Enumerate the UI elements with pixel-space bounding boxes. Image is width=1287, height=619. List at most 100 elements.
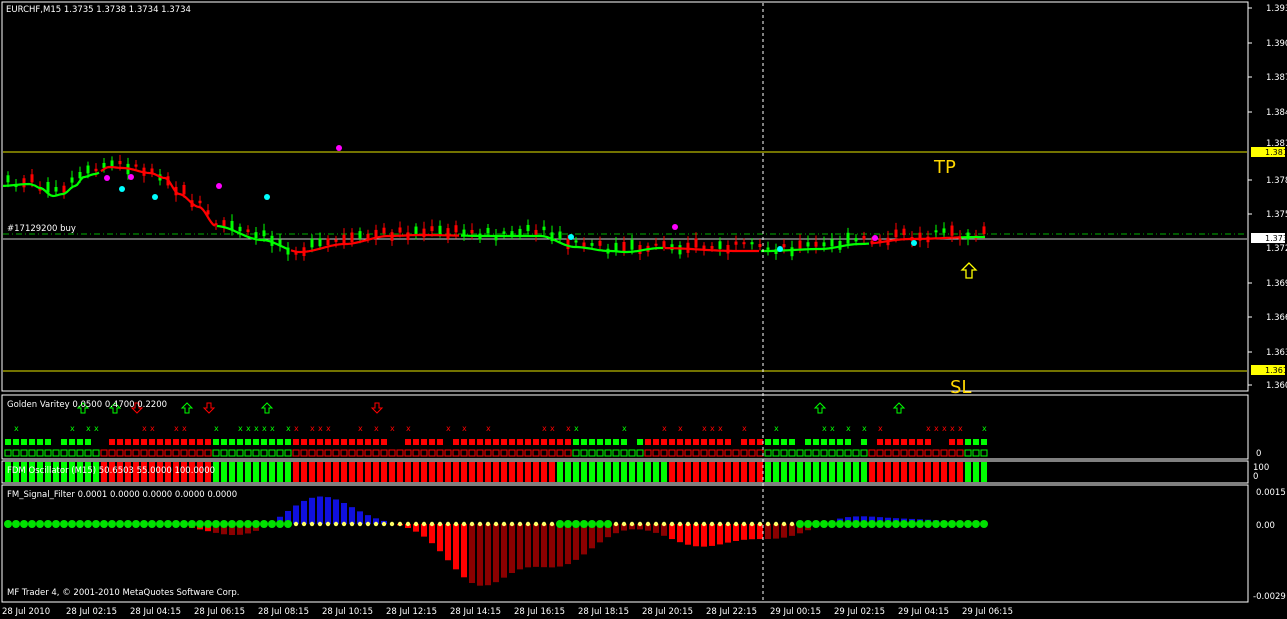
gv-cross: x bbox=[942, 424, 947, 433]
gv-square bbox=[653, 439, 659, 445]
fdm-bar bbox=[709, 462, 715, 482]
fm-signal-dot bbox=[36, 520, 44, 528]
fdm-bar bbox=[837, 462, 843, 482]
fm-bar-positive bbox=[325, 497, 331, 524]
fdm-bar bbox=[477, 462, 483, 482]
gv-square bbox=[821, 439, 827, 445]
candle-body bbox=[246, 229, 250, 233]
gv-cross: x bbox=[702, 424, 707, 433]
fm-signal-dot bbox=[804, 520, 812, 528]
fdm-bar bbox=[301, 462, 307, 482]
gv-square bbox=[533, 439, 539, 445]
fm-signal-dot bbox=[972, 520, 980, 528]
fm-signal-dot bbox=[964, 520, 972, 528]
fm-bar-negative bbox=[581, 524, 587, 555]
fm-bar-negative bbox=[493, 524, 499, 583]
fdm-bar bbox=[253, 462, 259, 482]
fm-bar-negative bbox=[453, 524, 459, 570]
gv-cross: x bbox=[926, 424, 931, 433]
fdm-bar bbox=[437, 462, 443, 482]
candle-body bbox=[806, 242, 810, 247]
fm-signal-dot bbox=[661, 521, 667, 527]
candle-body bbox=[70, 177, 74, 183]
fdm-bar bbox=[829, 462, 835, 482]
gv-square bbox=[157, 439, 163, 445]
fm-bar-positive bbox=[349, 507, 355, 524]
gv-cross: x bbox=[150, 424, 155, 433]
gv-cross: x bbox=[622, 424, 627, 433]
fm-signal-dot bbox=[669, 521, 675, 527]
fdm-bar bbox=[277, 462, 283, 482]
gv-square bbox=[893, 439, 899, 445]
candle-body bbox=[662, 241, 666, 248]
fm-bar-negative bbox=[701, 524, 707, 547]
candle-body bbox=[30, 174, 34, 183]
gv-cross: x bbox=[950, 424, 955, 433]
fm-signal-dot bbox=[212, 520, 220, 528]
candle-body bbox=[790, 247, 794, 257]
gv-square bbox=[589, 439, 595, 445]
fdm-bar bbox=[901, 462, 907, 482]
fm-signal-filter-panel[interactable] bbox=[1, 484, 1249, 603]
fm-scale-bottom: -0.0029 bbox=[1253, 592, 1286, 602]
fm-signal-dot bbox=[876, 520, 884, 528]
gv-square bbox=[309, 439, 315, 445]
fm-signal-dot bbox=[900, 520, 908, 528]
gv-square bbox=[597, 439, 603, 445]
price-tick: 1.3785 bbox=[1266, 176, 1287, 186]
gv-square bbox=[173, 439, 179, 445]
fdm-bar bbox=[573, 462, 579, 482]
fm-signal-dot bbox=[796, 520, 804, 528]
price-tick: 1.3755 bbox=[1266, 210, 1287, 220]
fdm-bar bbox=[565, 462, 571, 482]
gv-square bbox=[5, 439, 11, 445]
fm-signal-dot bbox=[20, 520, 28, 528]
symbol-header: EURCHF,M15 1.3735 1.3738 1.3734 1.3734 bbox=[6, 5, 191, 15]
gv-square bbox=[61, 439, 67, 445]
fm-signal-dot bbox=[341, 521, 347, 527]
gv-square bbox=[789, 439, 795, 445]
fdm-bar bbox=[541, 462, 547, 482]
gv-square bbox=[413, 439, 419, 445]
main-price-panel[interactable] bbox=[1, 1, 1249, 392]
fm-bar-negative bbox=[429, 524, 435, 544]
gv-square bbox=[469, 439, 475, 445]
fm-signal-dot bbox=[580, 520, 588, 528]
fm-signal-dot bbox=[132, 520, 140, 528]
candle-body bbox=[942, 228, 946, 233]
gv-square bbox=[333, 439, 339, 445]
fm-bar-negative bbox=[669, 524, 675, 540]
candle-body bbox=[526, 224, 530, 232]
gv-square bbox=[437, 439, 443, 445]
fdm-bar bbox=[365, 462, 371, 482]
fm-signal-dot bbox=[860, 520, 868, 528]
fm-signal-dot bbox=[116, 520, 124, 528]
fm-signal-dot bbox=[525, 521, 531, 527]
fm-signal-dot bbox=[932, 520, 940, 528]
fm-signal-dot bbox=[68, 520, 76, 528]
gv-square bbox=[373, 439, 379, 445]
price-tick: 1.3845 bbox=[1266, 108, 1287, 118]
candle-body bbox=[542, 226, 546, 231]
mt4-chart[interactable]: xxxxxxxxxxxxxxxxxxxxxxxxxxxxxxxxxxxxxxxx… bbox=[0, 0, 1287, 619]
fm-bar-negative bbox=[437, 524, 443, 552]
candle-body bbox=[6, 175, 10, 183]
fm-signal-dot bbox=[588, 520, 596, 528]
tp-price-tag-text: 1.3810 bbox=[1265, 148, 1287, 157]
fm-bar-negative bbox=[445, 524, 451, 561]
gv-square bbox=[237, 439, 243, 445]
fdm-bar bbox=[517, 462, 523, 482]
fdm-bar bbox=[677, 462, 683, 482]
gv-square bbox=[21, 439, 27, 445]
sl-label: SL bbox=[950, 377, 971, 398]
gv-square bbox=[965, 439, 971, 445]
gv-square bbox=[725, 439, 731, 445]
gv-square bbox=[205, 439, 211, 445]
gv-cross: x bbox=[878, 424, 883, 433]
fm-signal-dot bbox=[765, 521, 771, 527]
time-tick: 28 Jul 22:15 bbox=[706, 607, 757, 617]
candle-body bbox=[814, 241, 818, 247]
fm-signal-dot bbox=[397, 521, 403, 527]
candle-body bbox=[846, 232, 850, 244]
gv-cross: x bbox=[934, 424, 939, 433]
